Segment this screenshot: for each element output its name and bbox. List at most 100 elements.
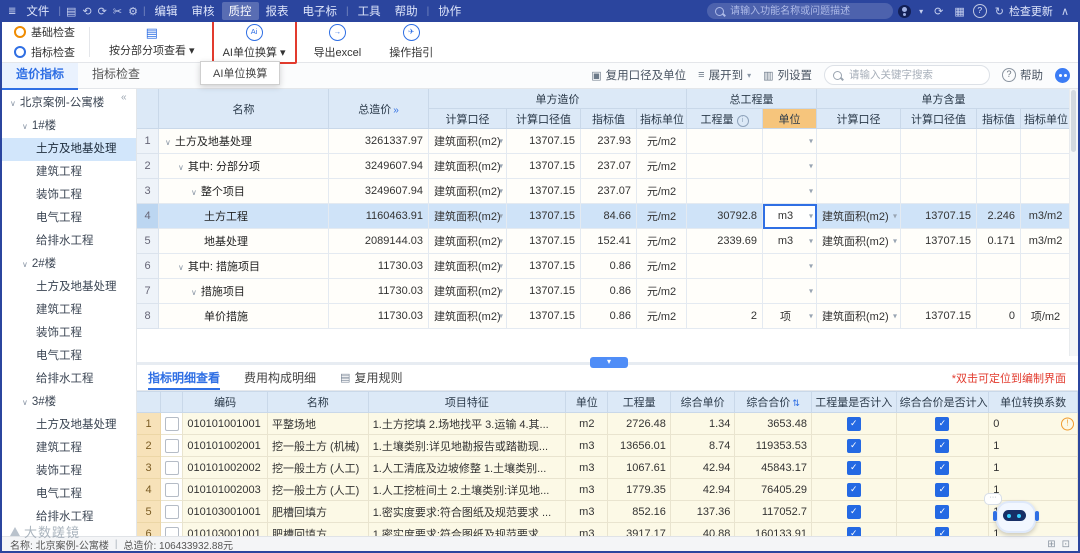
help-icon[interactable]: ? [972,4,987,18]
content-caliber-cell[interactable] [816,128,901,154]
total-cost-cell[interactable]: 1160463.91 [328,203,429,229]
indicator-unit-cell[interactable]: 元/m2 [636,178,687,204]
content-caliber-value-cell[interactable] [900,128,977,154]
conversion-factor-cell[interactable]: 1 [988,456,1078,479]
unit-price-cell[interactable]: 1.34 [669,412,736,435]
unit-price-cell[interactable]: 137.36 [669,500,736,523]
qty-include-checkbox[interactable]: ✓ [846,460,861,475]
total-include-checkbox[interactable]: ✓ [935,504,950,519]
row-number-cell[interactable]: 4 [136,203,159,229]
indicator-value-cell[interactable]: 152.41 [580,228,637,254]
tab-reuse-rules[interactable]: ▤ 复用规则 [328,366,414,390]
conversion-factor-cell[interactable]: 0! [988,412,1078,435]
menu-item-电子标[interactable]: 电子标 [296,2,345,20]
caliber-cell[interactable]: 建筑面积(m2) ▾ [428,128,507,154]
total-cost-cell[interactable]: 3249607.94 [328,153,429,179]
name-cell[interactable]: ∨ 其中: 措施项目 [158,253,329,279]
row-number-cell[interactable]: 6 [136,522,162,537]
indicator-unit-cell[interactable]: 元/m2 [636,253,687,279]
code-cell[interactable]: 010103001001 [182,500,268,523]
unit-cell[interactable]: ▾ [762,278,817,304]
row-number-cell[interactable]: 2 [136,434,162,457]
item-name-cell[interactable]: 肥槽回填方 [266,500,369,523]
scissors-icon[interactable]: ✂ [110,5,125,18]
row-number-cell[interactable]: 2 [136,153,159,179]
sidebar-item-装饰工程[interactable]: 装饰工程 [2,322,136,345]
row-number-cell[interactable]: 1 [136,128,159,154]
sidebar-item-土方及地基处理[interactable]: 土方及地基处理 [2,276,136,299]
total-cost-cell[interactable]: 3249607.94 [328,178,429,204]
ai-assistant-robot[interactable]: ··· [984,493,1039,533]
sidebar-item-土方及地基处理[interactable]: 土方及地基处理 [2,414,136,437]
row-number-cell[interactable]: 3 [136,178,159,204]
total-include-cell[interactable]: ✓ [895,522,990,537]
total-include-cell[interactable]: ✓ [895,456,990,479]
row-checkbox[interactable] [165,460,180,475]
item-name-cell[interactable]: 肥槽回填方 [266,522,369,537]
qty-include-cell[interactable]: ✓ [810,434,897,457]
quantity-cell[interactable]: 1779.35 [607,478,671,501]
content-value-cell[interactable] [976,128,1021,154]
indicator-value-cell[interactable]: 0.86 [580,278,637,304]
content-value-cell[interactable] [976,253,1021,279]
caliber-cell[interactable]: 建筑面积(m2) ▾ [428,203,507,229]
content-unit-cell[interactable]: 项/m2 [1020,303,1070,329]
code-cell[interactable]: 010101002002 [182,456,268,479]
quantity-cell[interactable]: 1067.61 [607,456,671,479]
total-price-cell[interactable]: 45843.17 [734,456,812,479]
content-caliber-value-cell[interactable]: 13707.15 [900,228,977,254]
sidebar-item-3#楼[interactable]: ∨ 3#楼 [2,391,136,414]
quantity-cell[interactable]: 852.16 [607,500,671,523]
menu-item-协作[interactable]: 协作 [431,2,468,20]
total-price-cell[interactable]: 3653.48 [734,412,812,435]
unit-cell[interactable]: m3 ▾ [762,228,817,254]
assistant-mini-icon[interactable] [1055,67,1070,83]
feature-cell[interactable]: 1.密实度要求:符合图纸及规范要求... [367,522,567,537]
caliber-cell[interactable]: 建筑面积(m2) ▾ [428,303,507,329]
caliber-value-cell[interactable]: 13707.15 [506,253,581,279]
row-checkbox[interactable] [165,416,180,431]
content-caliber-cell[interactable] [816,178,901,204]
qty-include-checkbox[interactable]: ✓ [846,482,861,497]
row-number-cell[interactable]: 3 [136,456,162,479]
indicator-unit-cell[interactable]: 元/m2 [636,128,687,154]
sidebar-item-给排水工程[interactable]: 给排水工程 [2,230,136,253]
qty-include-cell[interactable]: ✓ [810,412,897,435]
code-cell[interactable]: 010101002001 [182,434,268,457]
indicator-value-cell[interactable]: 237.07 [580,153,637,179]
checkbox-cell[interactable] [160,434,184,457]
feature-cell[interactable]: 1.密实度要求:符合图纸及规范要求 ... [367,500,567,523]
help-button[interactable]: ? 帮助 [1002,67,1043,83]
content-caliber-value-cell[interactable] [900,253,977,279]
content-unit-cell[interactable]: m3/m2 [1020,203,1070,229]
sidebar-item-电气工程[interactable]: 电气工程 [2,483,136,506]
content-unit-cell[interactable] [1020,153,1070,179]
content-caliber-cell[interactable]: 建筑面积(m2) ▾ [816,228,901,254]
total-include-checkbox[interactable]: ✓ [935,438,950,453]
qty-include-cell[interactable]: ✓ [810,456,897,479]
caliber-cell[interactable]: 建筑面积(m2) ▾ [428,253,507,279]
qty-include-checkbox[interactable]: ✓ [846,416,861,431]
code-cell[interactable]: 010101001001 [182,412,268,435]
checkbox-cell[interactable] [160,456,184,479]
sidebar-collapse-icon[interactable]: « [121,92,127,103]
unit-cell[interactable]: m3 [565,456,609,479]
indicator-unit-cell[interactable]: 元/m2 [636,228,687,254]
menu-item-报表[interactable]: 报表 [259,2,296,20]
unit-price-cell[interactable]: 40.88 [669,522,736,537]
tab-cost-indicator[interactable]: 造价指标 [2,62,79,90]
total-price-cell[interactable]: 160133.91 [734,522,812,537]
menu-item-质控[interactable]: 质控 [221,2,259,20]
content-caliber-cell[interactable]: 建筑面积(m2) ▾ [816,203,901,229]
tab-indicator-detail[interactable]: 指标明细查看 [136,366,232,390]
menu-item-编辑[interactable]: 编辑 [148,2,185,20]
indicator-unit-cell[interactable]: 元/m2 [636,153,687,179]
content-caliber-cell[interactable]: 建筑面积(m2) ▾ [816,303,901,329]
sidebar-item-电气工程[interactable]: 电气工程 [2,207,136,230]
row-number-cell[interactable]: 7 [136,278,159,304]
item-name-cell[interactable]: 平整场地 [266,412,369,435]
avatar-icon[interactable] [898,4,912,18]
row-checkbox[interactable] [165,504,180,519]
row-number-cell[interactable]: 5 [136,228,159,254]
row-number-cell[interactable]: 8 [136,303,159,329]
